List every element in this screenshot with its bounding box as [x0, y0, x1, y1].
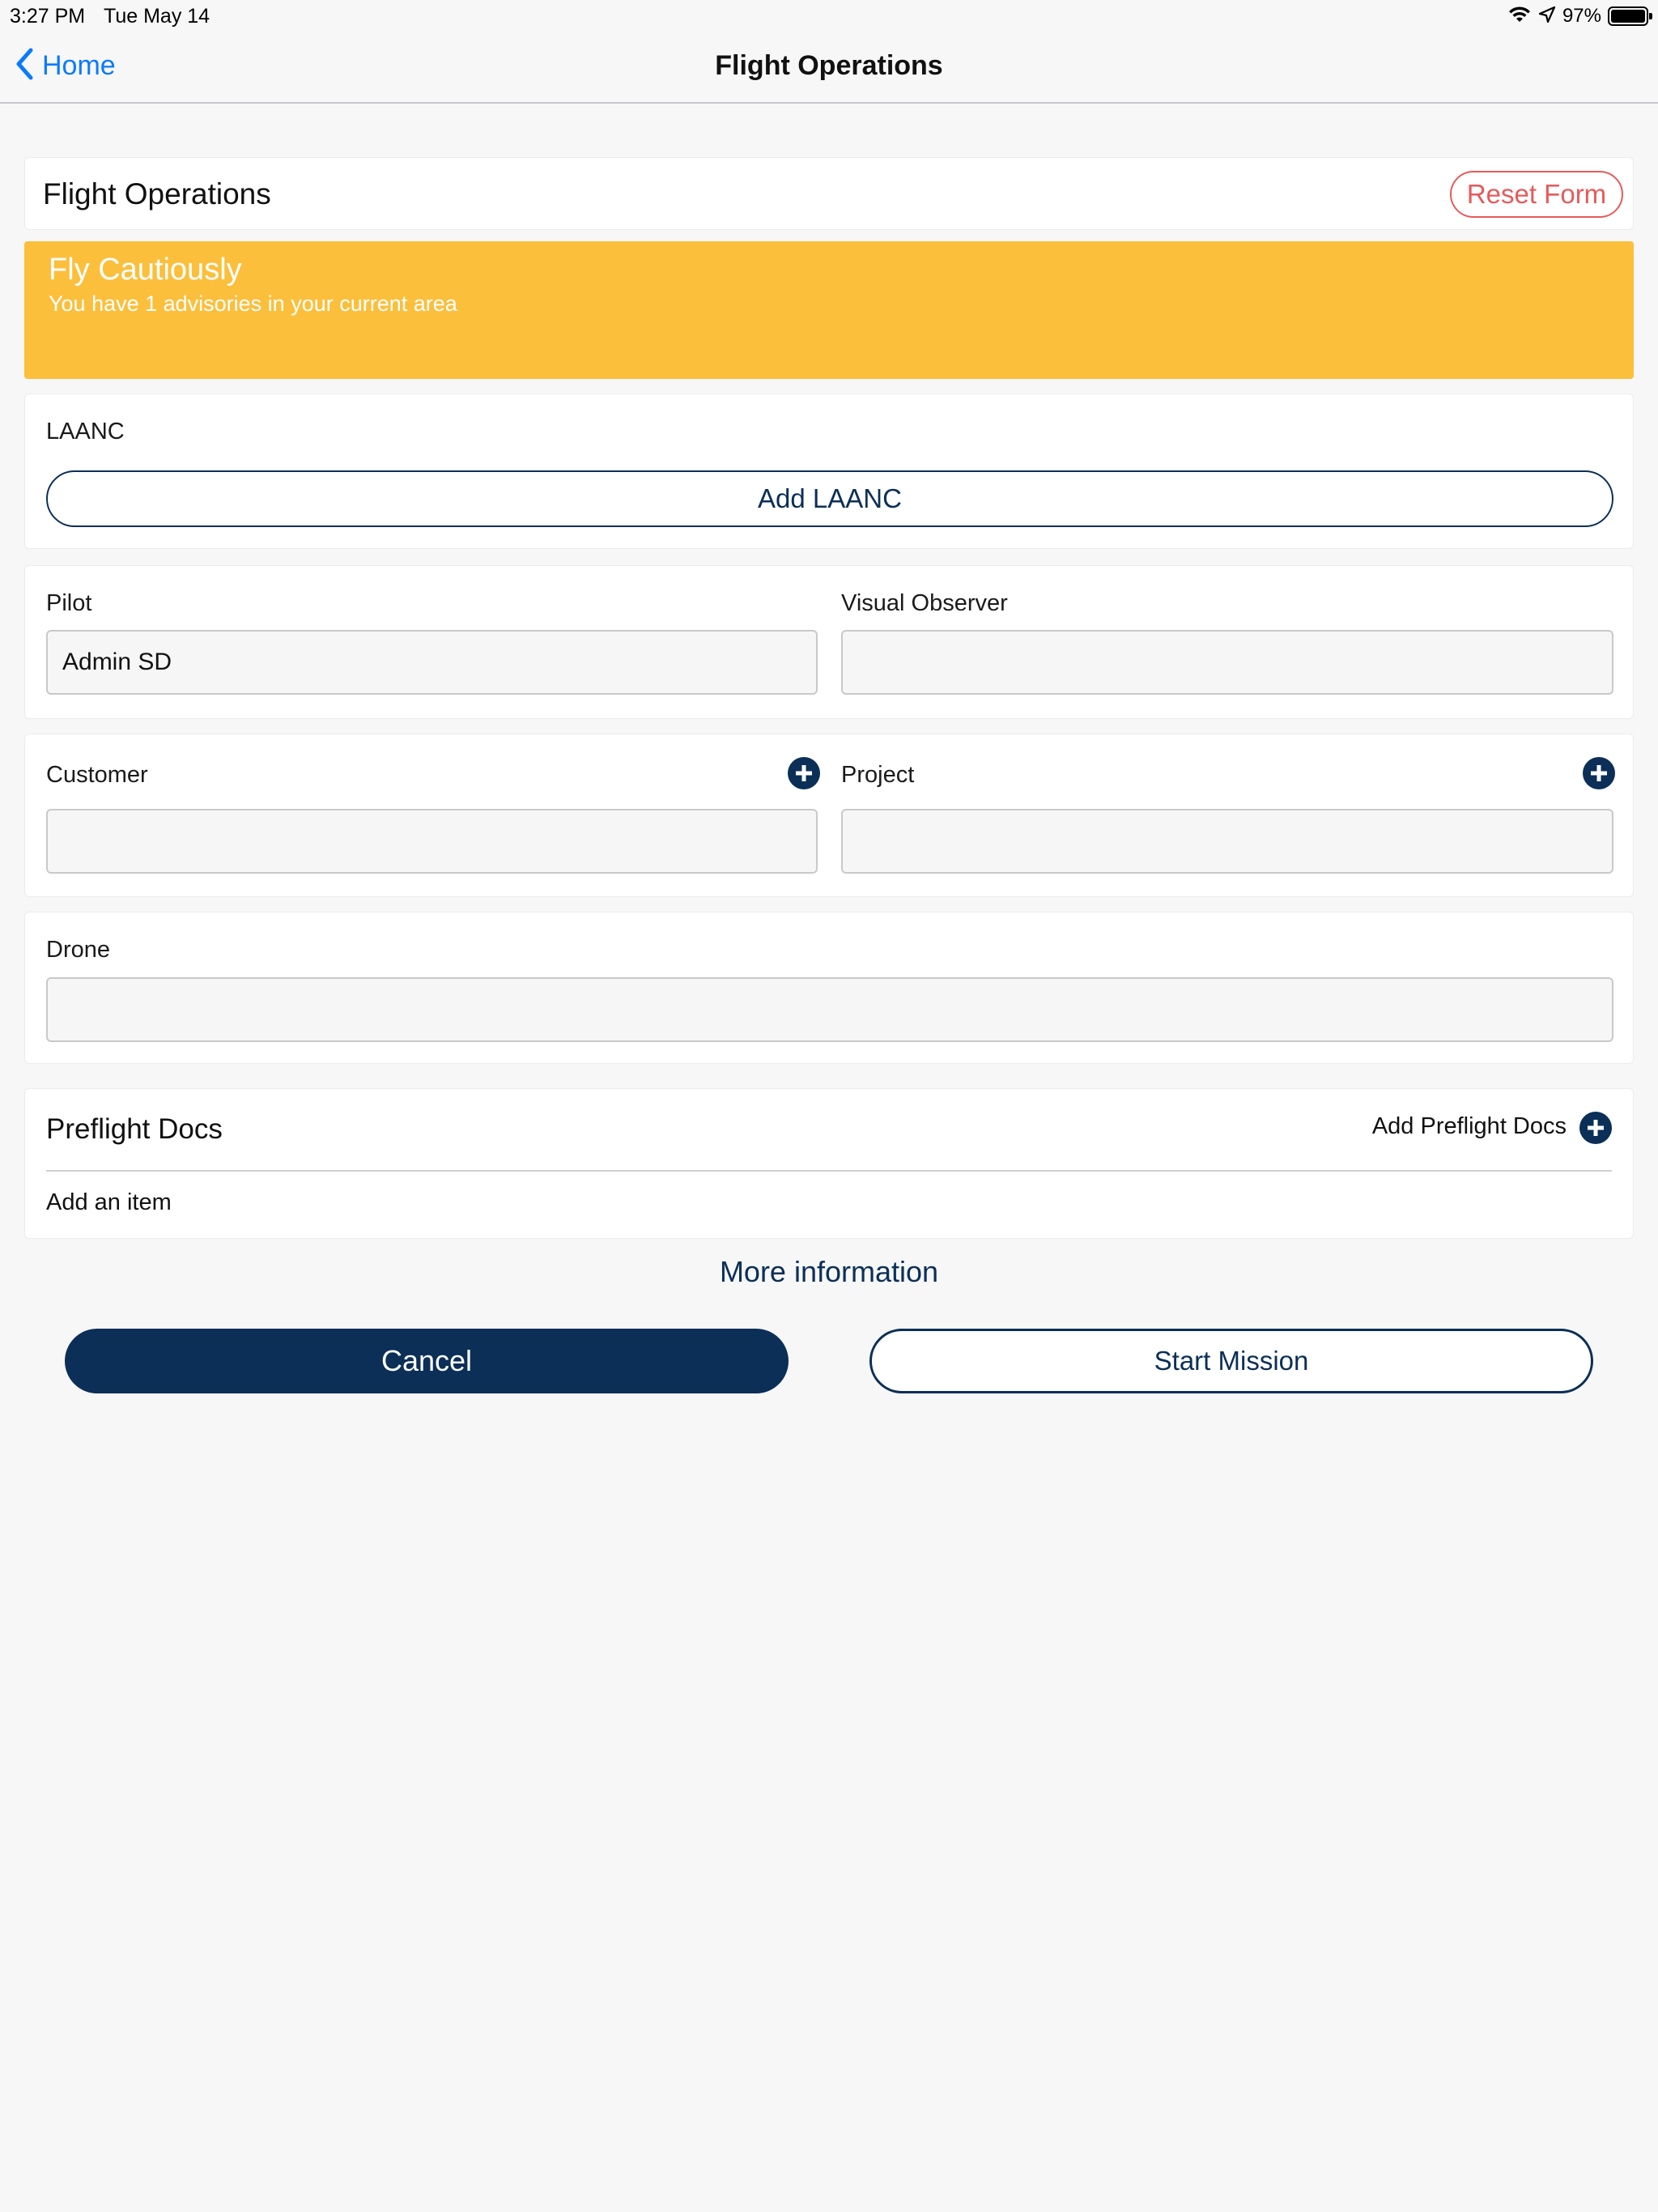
laanc-section: LAANC Add LAANC [24, 393, 1634, 549]
status-time: 3:27 PM [10, 5, 86, 28]
add-customer-plus-icon[interactable] [788, 757, 820, 789]
reset-form-button[interactable]: Reset Form [1450, 171, 1623, 218]
crew-section: Pilot Admin SD Visual Observer [24, 565, 1634, 719]
add-laanc-button[interactable]: Add LAANC [46, 470, 1613, 527]
preflight-docs-section: Preflight Docs Add Preflight Docs Add an… [24, 1088, 1634, 1239]
visual-observer-field[interactable] [841, 630, 1613, 695]
navigation-bar: Home Flight Operations [0, 32, 1658, 104]
add-preflight-docs-plus-icon[interactable] [1579, 1112, 1612, 1144]
more-information-link[interactable]: More information [0, 1255, 1658, 1289]
advisory-message: You have 1 advisories in your current ar… [49, 291, 457, 316]
status-bar: 3:27 PM Tue May 14 97% [0, 0, 1658, 32]
laanc-label: LAANC [46, 419, 125, 445]
visual-observer-label: Visual Observer [841, 590, 1008, 616]
drone-section: Drone [24, 912, 1634, 1064]
wifi-icon [1507, 5, 1532, 28]
battery-percent: 97% [1562, 5, 1601, 27]
project-label: Project [841, 762, 915, 788]
customer-label: Customer [46, 762, 148, 788]
customer-field[interactable] [46, 809, 818, 874]
status-indicators: 97% [1507, 3, 1652, 29]
drone-label: Drone [46, 937, 110, 963]
drone-field[interactable] [46, 977, 1613, 1042]
form-header: Flight Operations Reset Form [24, 157, 1634, 230]
customer-project-section: Customer Project [24, 734, 1634, 897]
preflight-docs-title: Preflight Docs [46, 1113, 223, 1145]
advisory-banner: Fly Cautiously You have 1 advisories in … [24, 241, 1634, 379]
advisory-title: Fly Cautiously [49, 253, 242, 287]
battery-icon [1608, 6, 1652, 26]
status-date: Tue May 14 [104, 5, 210, 28]
pilot-label: Pilot [46, 590, 92, 616]
project-field[interactable] [841, 809, 1613, 874]
location-arrow-icon [1538, 6, 1556, 28]
nav-title: Flight Operations [715, 50, 943, 81]
cancel-button[interactable]: Cancel [65, 1329, 789, 1393]
pilot-field[interactable]: Admin SD [46, 630, 818, 695]
add-preflight-docs-label[interactable]: Add Preflight Docs [1372, 1113, 1567, 1140]
page-title: Flight Operations [43, 177, 271, 211]
add-project-plus-icon[interactable] [1583, 757, 1615, 789]
divider [46, 1170, 1612, 1172]
add-item-row[interactable]: Add an item [46, 1189, 172, 1216]
start-mission-button[interactable]: Start Mission [869, 1329, 1593, 1393]
